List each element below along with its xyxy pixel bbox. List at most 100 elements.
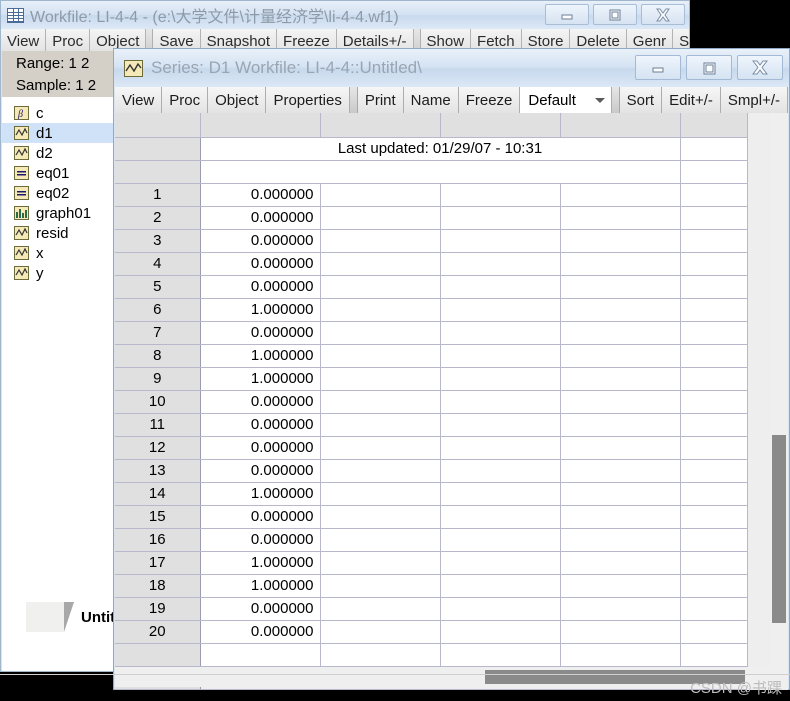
- series-button-print[interactable]: Print: [357, 87, 404, 113]
- cell-value[interactable]: 0.000000: [200, 620, 321, 644]
- grid-cell[interactable]: [440, 413, 561, 437]
- grid-cell[interactable]: [680, 160, 748, 184]
- grid-cell[interactable]: [440, 206, 561, 230]
- grid-cell[interactable]: [320, 482, 441, 506]
- cell-value[interactable]: 0.000000: [200, 436, 321, 460]
- grid-cell[interactable]: [560, 275, 681, 299]
- grid-cell[interactable]: [560, 206, 681, 230]
- row-header[interactable]: 16: [115, 528, 201, 552]
- row-header[interactable]: 13: [115, 459, 201, 483]
- grid-cell[interactable]: [680, 597, 748, 621]
- cell-value[interactable]: 1.000000: [200, 298, 321, 322]
- grid-cell[interactable]: [680, 183, 748, 207]
- grid-cell[interactable]: [440, 482, 561, 506]
- cell-value[interactable]: 0.000000: [200, 206, 321, 230]
- grid-cell[interactable]: [680, 620, 748, 644]
- grid-cell[interactable]: [560, 252, 681, 276]
- grid-cell[interactable]: [560, 482, 681, 506]
- series-button-proc[interactable]: Proc: [162, 87, 209, 113]
- grid-cell[interactable]: [680, 344, 748, 368]
- grid-cell[interactable]: [560, 298, 681, 322]
- cell-value[interactable]: 1.000000: [200, 367, 321, 391]
- series-button-sort[interactable]: Sort: [619, 87, 663, 113]
- series-button-freeze[interactable]: Freeze: [458, 87, 521, 113]
- grid-cell[interactable]: [560, 643, 681, 667]
- grid-cell[interactable]: [320, 551, 441, 575]
- grid-cell[interactable]: [680, 321, 748, 345]
- grid-cell[interactable]: [440, 436, 561, 460]
- grid-cell[interactable]: [560, 321, 681, 345]
- cell-value[interactable]: 1.000000: [200, 574, 321, 598]
- grid-cell[interactable]: [680, 252, 748, 276]
- grid-cell[interactable]: [560, 436, 681, 460]
- grid-cell[interactable]: [560, 528, 681, 552]
- grid-cell[interactable]: [320, 459, 441, 483]
- grid-cell[interactable]: [320, 413, 441, 437]
- row-header[interactable]: 8: [115, 344, 201, 368]
- series-button-object[interactable]: Object: [208, 87, 267, 113]
- row-header[interactable]: 17: [115, 551, 201, 575]
- row-header[interactable]: 14: [115, 482, 201, 506]
- grid-cell[interactable]: [440, 275, 561, 299]
- grid-cell[interactable]: [440, 574, 561, 598]
- grid-cell[interactable]: [680, 413, 748, 437]
- cell-value[interactable]: 0.000000: [200, 597, 321, 621]
- grid-cell[interactable]: [440, 183, 561, 207]
- cell-value[interactable]: 1.000000: [200, 551, 321, 575]
- row-header[interactable]: 11: [115, 413, 201, 437]
- grid-cell[interactable]: [440, 505, 561, 529]
- grid-cell[interactable]: [440, 344, 561, 368]
- close-button[interactable]: [737, 55, 783, 80]
- series-button-properties[interactable]: Properties: [266, 87, 350, 113]
- grid-cell[interactable]: [680, 298, 748, 322]
- toolbar-button-view[interactable]: View: [1, 29, 47, 51]
- grid-cell[interactable]: [560, 620, 681, 644]
- grid-cell[interactable]: [320, 275, 441, 299]
- grid-cell[interactable]: [440, 321, 561, 345]
- series-button-name[interactable]: Name: [403, 87, 459, 113]
- grid-cell[interactable]: [440, 390, 561, 414]
- series-button-view[interactable]: View: [115, 87, 163, 113]
- maximize-button[interactable]: [686, 55, 732, 80]
- row-header[interactable]: 20: [115, 620, 201, 644]
- grid-cell[interactable]: [560, 459, 681, 483]
- grid-cell[interactable]: [560, 413, 681, 437]
- grid-cell[interactable]: [560, 367, 681, 391]
- horizontal-scrollbar[interactable]: [115, 667, 788, 687]
- toolbar-button-proc[interactable]: Proc: [46, 29, 91, 51]
- grid-cell[interactable]: [440, 643, 561, 667]
- grid-cell[interactable]: [320, 229, 441, 253]
- grid-cell[interactable]: [560, 183, 681, 207]
- cell-value[interactable]: 0.000000: [200, 321, 321, 345]
- grid-cell[interactable]: [320, 574, 441, 598]
- grid-cell[interactable]: [440, 620, 561, 644]
- cell-value[interactable]: 1.000000: [200, 482, 321, 506]
- grid-cell[interactable]: [320, 528, 441, 552]
- grid-cell[interactable]: [320, 436, 441, 460]
- grid-cell[interactable]: [680, 505, 748, 529]
- grid-cell[interactable]: [320, 252, 441, 276]
- cell-value[interactable]: 0.000000: [200, 275, 321, 299]
- grid-cell[interactable]: [440, 459, 561, 483]
- minimize-button[interactable]: [635, 55, 681, 80]
- grid-cell[interactable]: [560, 229, 681, 253]
- series-titlebar[interactable]: Series: D1 Workfile: LI-4-4::Untitled\: [114, 49, 789, 87]
- cell-value[interactable]: 0.000000: [200, 390, 321, 414]
- workfile-titlebar[interactable]: Workfile: LI-4-4 - (e:\大学文件\计量经济学\li-4-4…: [1, 1, 689, 29]
- grid-cell[interactable]: [320, 620, 441, 644]
- grid-cell[interactable]: [680, 275, 748, 299]
- cell-value[interactable]: 0.000000: [200, 183, 321, 207]
- grid-cell[interactable]: [680, 229, 748, 253]
- row-header[interactable]: 7: [115, 321, 201, 345]
- vertical-scrollbar-thumb[interactable]: [772, 435, 786, 623]
- row-header[interactable]: 3: [115, 229, 201, 253]
- grid-cell[interactable]: [680, 390, 748, 414]
- grid-cell[interactable]: [440, 252, 561, 276]
- grid-cell[interactable]: [560, 505, 681, 529]
- cell-value[interactable]: 0.000000: [200, 252, 321, 276]
- grid-cell[interactable]: [320, 390, 441, 414]
- grid-cell[interactable]: [320, 643, 441, 667]
- grid-cell[interactable]: [440, 551, 561, 575]
- grid-cell[interactable]: [680, 574, 748, 598]
- row-header[interactable]: [115, 643, 201, 667]
